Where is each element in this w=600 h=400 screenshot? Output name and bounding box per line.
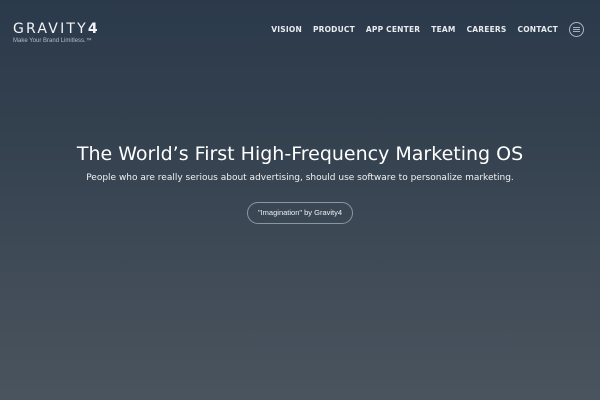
nav-item-vision[interactable]: VISION: [271, 25, 302, 34]
nav-item-app-center[interactable]: APP CENTER: [366, 25, 420, 34]
brand-name: GRAVITY4: [13, 22, 98, 36]
nav-item-team[interactable]: TEAM: [431, 25, 455, 34]
imagination-video-button[interactable]: "Imagination" by Gravity4: [246, 202, 354, 224]
brand-name-number: 4: [87, 21, 98, 37]
hero-section: The World’s First High-Frequency Marketi…: [0, 142, 600, 224]
brand-name-text: GRAVITY: [13, 21, 88, 37]
nav-item-contact[interactable]: CONTACT: [517, 25, 558, 34]
hero-title: The World’s First High-Frequency Marketi…: [76, 143, 524, 165]
hamburger-menu-icon: [573, 27, 580, 32]
brand-tagline: Make Your Brand Limitless.™: [13, 38, 92, 44]
nav-item-product[interactable]: PRODUCT: [313, 25, 355, 34]
site-header: GRAVITY4 Make Your Brand Limitless.™ VIS…: [0, 0, 600, 60]
main-nav: VISION PRODUCT APP CENTER TEAM CAREERS C…: [271, 25, 558, 34]
menu-button[interactable]: [569, 22, 584, 37]
brand-logo[interactable]: GRAVITY4 Make Your Brand Limitless.™: [13, 22, 98, 45]
hero-subtitle: People who are really serious about adve…: [86, 173, 514, 183]
nav-item-careers[interactable]: CAREERS: [467, 25, 507, 34]
